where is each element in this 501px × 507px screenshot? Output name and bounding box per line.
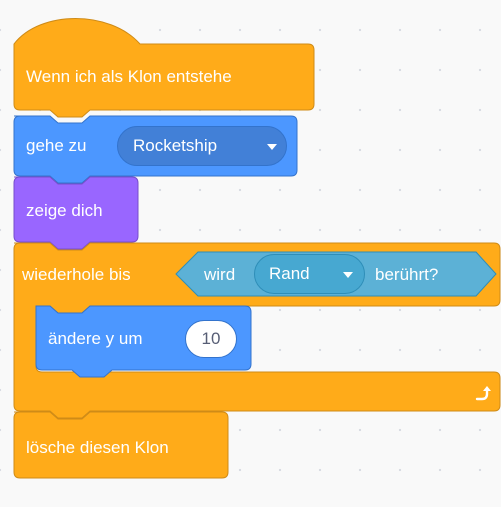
show-block-label: zeige dich bbox=[26, 201, 103, 220]
loop-arrow-icon bbox=[475, 386, 491, 401]
chevron-down-icon bbox=[343, 272, 353, 278]
chevron-down-icon bbox=[267, 144, 277, 150]
touching-target-value: Rand bbox=[269, 264, 310, 283]
change-y-value-input[interactable]: 10 bbox=[185, 320, 237, 358]
change-y-value: 10 bbox=[201, 329, 221, 348]
touching-target-dropdown[interactable]: Rand bbox=[254, 254, 365, 294]
script-stack: Wenn ich als Klon entstehe gehe zu Rocke… bbox=[0, 0, 501, 507]
repeat-until-label: wiederhole bis bbox=[22, 265, 131, 284]
condition-suffix: berührt? bbox=[375, 265, 439, 284]
delete-clone-label: lösche diesen Klon bbox=[26, 438, 169, 457]
goto-target-value: Rocketship bbox=[133, 136, 218, 155]
goto-block-label: gehe zu bbox=[26, 136, 87, 155]
change-y-label: ändere y um bbox=[48, 329, 143, 348]
hat-block-label: Wenn ich als Klon entstehe bbox=[26, 67, 232, 86]
goto-target-dropdown[interactable]: Rocketship bbox=[117, 126, 287, 166]
condition-prefix: wird bbox=[204, 265, 236, 284]
